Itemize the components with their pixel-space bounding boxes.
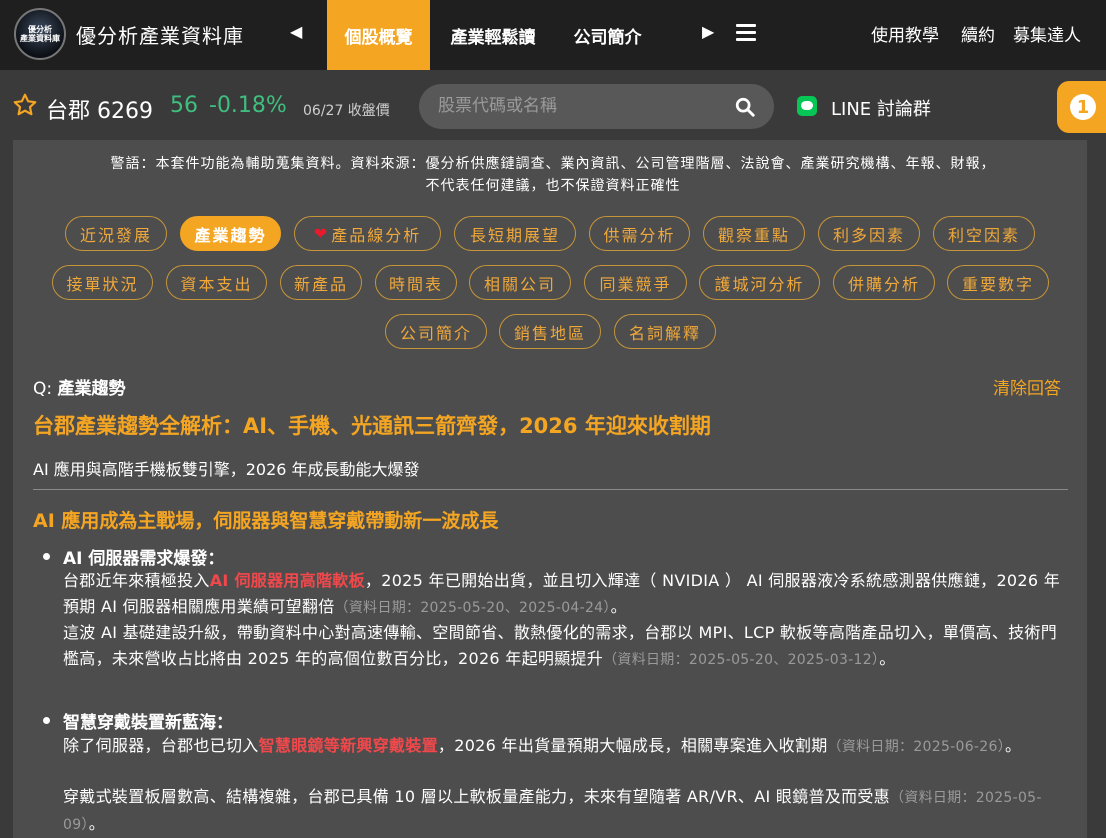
para-text: 。	[879, 649, 896, 668]
search-input[interactable]	[438, 94, 718, 118]
favorite-star-icon[interactable]	[12, 92, 38, 118]
tag-product-line-analysis[interactable]: ❤ 產品線分析	[294, 216, 441, 251]
para-text: 。	[610, 597, 627, 616]
search-icon[interactable]	[734, 96, 756, 118]
logo-text-line1: 優分析	[28, 25, 52, 34]
tag-new-products[interactable]: 新產品	[280, 265, 362, 300]
tag-sales-regions[interactable]: 銷售地區	[499, 314, 601, 349]
para-text: 。	[88, 814, 106, 833]
disclaimer-line-1: 警語：本套件功能為輔助蒐集資料。資料來源：優分析供應鏈調查、業內資訊、公司管理階…	[110, 156, 996, 172]
source-date: （資料日期：2025-05-20、2025-04-24）	[334, 600, 611, 616]
disclaimer-line-2: 不代表任何建議，也不保證資料正確性	[425, 178, 681, 194]
tag-order-status[interactable]: 接單狀況	[52, 265, 153, 300]
tab-company-profile[interactable]: 公司簡介	[556, 0, 659, 70]
tag-glossary[interactable]: 名詞解釋	[614, 314, 716, 349]
hamburger-menu-icon[interactable]	[736, 24, 756, 42]
source-date: （資料日期：2025-05-20、2025-03-12）	[603, 652, 880, 668]
source-date: （資料日期：2025-06-26）	[827, 739, 1005, 755]
bullet-paragraph: 穿戴式裝置板層數高、結構複雜，台郡已具備 10 層以上軟板量產能力，未來有望隨著…	[63, 784, 1071, 838]
tag-timeline[interactable]: 時間表	[375, 265, 457, 300]
tab-industry-easy-read[interactable]: 產業輕鬆讀	[430, 0, 556, 70]
para-highlight: AI 伺服器用高階軟板	[209, 571, 365, 590]
tag-long-short-outlook[interactable]: 長短期展望	[454, 216, 576, 251]
tag-industry-trend[interactable]: 產業趨勢	[180, 216, 281, 251]
link-tutorial[interactable]: 使用教學	[871, 21, 939, 46]
tag-supply-demand[interactable]: 供需分析	[589, 216, 690, 251]
bullet-dot	[43, 553, 50, 560]
article-title: 台郡產業趨勢全解析：AI、手機、光通訊三箭齊發，2026 年迎來收割期	[33, 414, 711, 438]
tab-stock-overview[interactable]: 個股概覽	[327, 0, 430, 70]
stock-name-code: 台郡 6269	[46, 99, 153, 124]
stock-change-percent: -0.18%	[209, 93, 287, 118]
logo-text-line2: 產業資料庫	[20, 34, 60, 43]
bullet-paragraph: 這波 AI 基礎建設升級，帶動資料中心對高速傳輸、空間節省、散熱優化的需求，台郡…	[63, 620, 1071, 673]
bullet-dot	[43, 717, 50, 724]
line-app-icon[interactable]	[797, 96, 817, 116]
para-text: 穿戴式裝置板層數高、結構複雜，台郡已具備 10 層以上軟板量產能力，未來有望隨著…	[63, 787, 890, 806]
divider	[33, 489, 1068, 490]
tag-recent-development[interactable]: 近況發展	[65, 216, 167, 251]
link-renew[interactable]: 續約	[961, 21, 995, 46]
heart-icon: ❤	[313, 224, 328, 243]
question-topic: 產業趨勢	[57, 379, 126, 399]
line-group-link[interactable]: LINE 討論群	[831, 95, 931, 121]
section-title: AI 應用成為主戰場，伺服器與智慧穿戴帶動新一波成長	[33, 510, 499, 532]
tag-observation-points[interactable]: 觀察重點	[703, 216, 805, 251]
question-prefix: Q:	[33, 379, 58, 399]
site-title[interactable]: 優分析產業資料庫	[76, 20, 244, 49]
para-highlight: 智慧眼鏡等新興穿戴裝置	[258, 736, 438, 755]
para-text: 這波 AI 基礎建設升級，帶動資料中心對高速傳輸、空間節省、散熱優化的需求，台郡…	[63, 623, 1058, 668]
tag-ma-analysis[interactable]: 併購分析	[833, 265, 935, 300]
link-recruit[interactable]: 募集達人	[1013, 21, 1081, 46]
question-label: Q: 產業趨勢	[33, 374, 126, 399]
bullet-paragraph: 除了伺服器，台郡也已切入智慧眼鏡等新興穿戴裝置，2026 年出貨量預期大幅成長，…	[63, 733, 1071, 760]
tag-bullish-factors[interactable]: 利多因素	[818, 216, 920, 251]
tag-bearish-factors[interactable]: 利空因素	[933, 216, 1035, 251]
para-text: 。	[1005, 736, 1022, 755]
notification-count-badge[interactable]: 1	[1070, 94, 1096, 120]
site-logo[interactable]: 優分析 產業資料庫	[14, 8, 66, 60]
article-subtitle: AI 應用與高階手機板雙引擎，2026 年成長動能大爆發	[33, 460, 420, 479]
disclaimer-warning: 警語：本套件功能為輔助蒐集資料。資料來源：優分析供應鏈調查、業內資訊、公司管理階…	[28, 153, 1078, 197]
clear-answer-button[interactable]: 清除回答	[993, 374, 1061, 399]
nav-prev-arrow-icon[interactable]: ◀	[290, 22, 302, 41]
bullet-paragraph: 台郡近年來積極投入AI 伺服器用高階軟板，2025 年已開始出貨，並且切入輝達（…	[63, 568, 1071, 621]
tag-related-companies[interactable]: 相關公司	[469, 265, 571, 300]
stock-close-date: 06/27 收盤價	[303, 103, 390, 119]
bullet-heading: AI 伺服器需求爆發：	[63, 549, 225, 569]
bullet-heading: 智慧穿戴裝置新藍海：	[63, 713, 233, 733]
para-text: 除了伺服器，台郡也已切入	[63, 736, 259, 755]
para-text: ，2026 年出貨量預期大幅成長，相關專案進入收割期	[437, 736, 828, 755]
tag-company-profile[interactable]: 公司簡介	[385, 314, 487, 349]
tag-key-numbers[interactable]: 重要數字	[947, 265, 1049, 300]
para-text: 台郡近年來積極投入	[63, 571, 210, 590]
tag-capex[interactable]: 資本支出	[166, 265, 267, 300]
tag-product-line-label: 產品線分析	[331, 225, 422, 245]
tag-moat-analysis[interactable]: 護城河分析	[699, 265, 820, 300]
stock-price: 56	[170, 93, 198, 118]
tag-peer-competition[interactable]: 同業競爭	[584, 265, 687, 300]
nav-next-arrow-icon[interactable]: ▶	[702, 22, 714, 41]
